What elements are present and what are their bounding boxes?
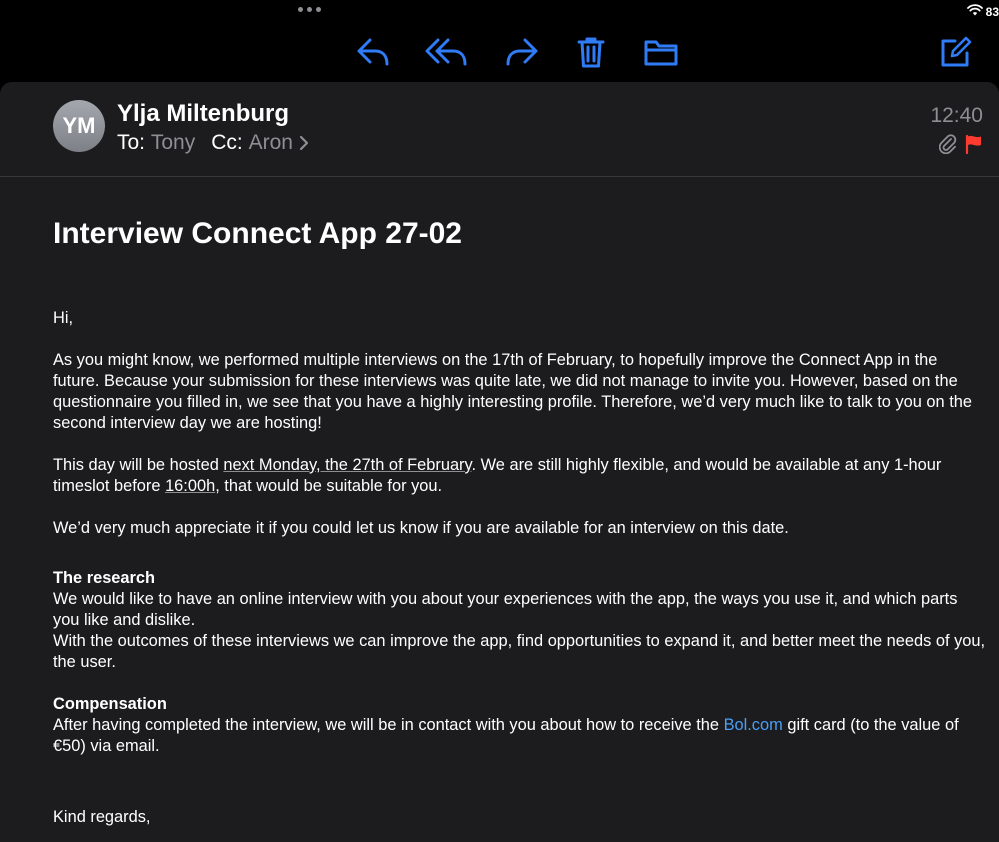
compensation-text: After having completed the interview, we… (53, 716, 959, 755)
research-heading: The research (53, 569, 156, 587)
paragraph-schedule: This day will be hosted next Monday, the… (53, 456, 942, 495)
research-text-1: We would like to have an online intervie… (53, 590, 958, 629)
trash-button[interactable] (569, 30, 613, 74)
multitasking-dots-icon[interactable] (298, 7, 321, 12)
compose-button[interactable] (933, 30, 977, 74)
signoff: Kind regards, (53, 808, 151, 826)
move-to-folder-button[interactable] (639, 30, 683, 74)
reply-all-button[interactable] (424, 30, 468, 74)
date-link[interactable]: next Monday, the 27th of February (223, 456, 471, 474)
battery-percent: 83 (985, 4, 999, 19)
trash-icon (577, 37, 605, 68)
reply-icon (357, 38, 389, 66)
bol-com-link[interactable]: Bol.com (724, 716, 783, 734)
paragraph-intro: As you might know, we performed multiple… (53, 351, 973, 432)
status-bar: 83 (0, 0, 999, 28)
reply-all-icon (425, 38, 467, 66)
message-header: YM Ylja Miltenburg To: Tony Cc: Aron 12:… (0, 82, 999, 177)
message-subject: Interview Connect App 27-02 (53, 217, 462, 250)
reply-button[interactable] (351, 30, 395, 74)
recipients-line[interactable]: To: Tony Cc: Aron (117, 131, 309, 155)
cc-label: Cc: (211, 131, 243, 154)
avatar[interactable]: YM (53, 100, 105, 152)
greeting: Hi, (53, 309, 74, 327)
message-view: YM Ylja Miltenburg To: Tony Cc: Aron 12:… (0, 82, 999, 842)
cc-recipient[interactable]: Aron (249, 131, 293, 155)
paragraph-request: We’d very much appreciate it if you coul… (53, 519, 789, 537)
compensation-heading: Compensation (53, 695, 167, 713)
chevron-right-icon[interactable] (299, 135, 309, 151)
message-body: Hi, As you might know, we performed mult… (53, 308, 988, 828)
paperclip-icon (938, 134, 957, 159)
forward-button[interactable] (500, 30, 544, 74)
flag-icon (965, 134, 983, 159)
status-indicators: 83 (966, 4, 999, 19)
mail-toolbar (0, 30, 999, 76)
research-text-2: With the outcomes of these interviews we… (53, 632, 986, 671)
forward-icon (506, 38, 538, 66)
to-label: To: (117, 131, 146, 154)
compose-icon (941, 36, 972, 67)
to-recipient[interactable]: Tony (151, 131, 195, 155)
sender-name[interactable]: Ylja Miltenburg (117, 100, 289, 128)
wifi-icon (966, 4, 983, 19)
time-link[interactable]: 16:00h (165, 477, 215, 495)
folder-icon (644, 40, 678, 66)
message-time: 12:40 (930, 104, 983, 127)
